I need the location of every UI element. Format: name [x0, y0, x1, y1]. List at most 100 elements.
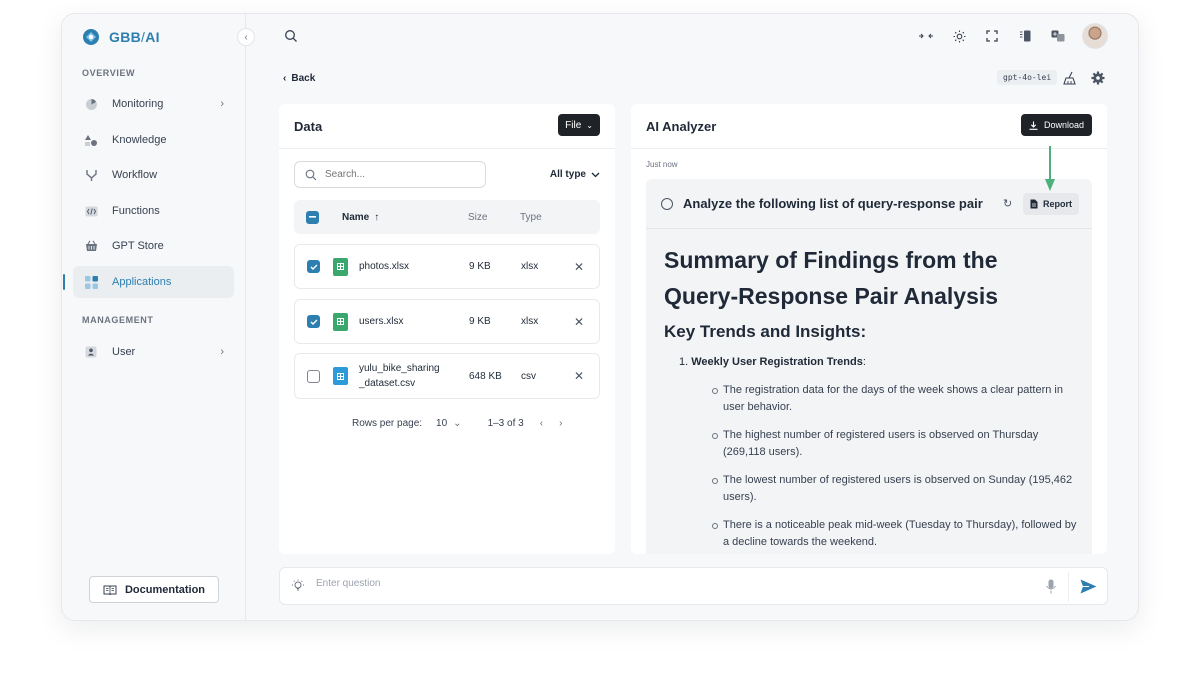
translate-icon[interactable] — [1049, 27, 1067, 45]
row-checkbox[interactable] — [307, 369, 320, 383]
logo[interactable]: GBB/AI — [82, 28, 160, 46]
search-icon[interactable] — [284, 29, 298, 43]
sidebar-item-label: User — [112, 346, 136, 358]
back-link[interactable]: ‹ Back — [283, 73, 315, 84]
key-trends-heading: Key Trends and Insights: — [664, 322, 867, 341]
document-icon — [1030, 199, 1038, 208]
sidebar-item-label: Knowledge — [112, 134, 167, 146]
fullscreen-icon[interactable] — [983, 27, 1001, 45]
remove-file-icon[interactable]: ✕ — [574, 369, 584, 383]
select-all-checkbox[interactable] — [306, 210, 319, 224]
file-name: users.xlsx — [359, 316, 404, 327]
app-window: GBB/AI OVERVIEW Monitoring › Knowledge W… — [61, 13, 1139, 621]
divider — [279, 148, 615, 149]
applications-icon — [84, 275, 98, 289]
chevron-down-icon: ⌄ — [586, 120, 593, 130]
check-icon — [310, 319, 317, 325]
list-item-heading: 1. Weekly User Registration Trends: — [679, 356, 866, 368]
refresh-icon[interactable]: ↻ — [1003, 197, 1012, 210]
divider — [631, 148, 1107, 149]
download-button[interactable]: Download — [1020, 114, 1092, 136]
file-row[interactable]: photos.xlsx 9 KB xlsx ✕ — [294, 244, 600, 289]
file-name: yulu_bike_sharing _dataset.csv — [359, 363, 440, 389]
sidebar-item-functions[interactable]: Functions — [73, 195, 234, 227]
sidebar-item-monitoring[interactable]: Monitoring › — [73, 88, 234, 120]
sidebar-item-user[interactable]: User › — [73, 336, 234, 368]
list-item: The registration data for the days of th… — [712, 382, 1082, 416]
analysis-card: Analyze the following list of query-resp… — [646, 179, 1092, 554]
sidebar-item-knowledge[interactable]: Knowledge — [73, 124, 234, 156]
file-button-label: File — [565, 119, 582, 131]
spreadsheet-file-icon — [333, 257, 348, 276]
sidebar-item-applications[interactable]: Applications — [63, 266, 234, 298]
list-item-title: Weekly User Registration Trends — [691, 356, 863, 368]
microphone-icon[interactable] — [1045, 579, 1057, 594]
report-button[interactable]: Report — [1023, 192, 1079, 215]
download-icon — [1029, 121, 1038, 130]
user-icon — [84, 345, 98, 359]
data-panel: Data File ⌄ All type Name ↑ Size Type phot… — [279, 104, 615, 554]
sun-icon[interactable] — [950, 27, 968, 45]
type-filter-dropdown[interactable]: All type — [550, 169, 600, 180]
download-label: Download — [1043, 120, 1084, 130]
remove-file-icon[interactable]: ✕ — [574, 260, 584, 274]
compress-icon[interactable] — [917, 27, 935, 45]
lightbulb-icon — [292, 579, 304, 591]
query-header: Analyze the following list of query-resp… — [646, 179, 1092, 229]
prev-page-icon[interactable]: ‹ — [540, 418, 543, 429]
brand-name: GBB — [109, 29, 142, 45]
row-checkbox[interactable] — [307, 260, 320, 273]
insight-bullets: The registration data for the days of th… — [712, 382, 1082, 554]
section-management-label: MANAGEMENT — [82, 315, 154, 325]
page-range: 1–3 of 3 — [487, 418, 524, 429]
knowledge-icon — [84, 133, 98, 147]
layout-icon[interactable] — [1016, 27, 1034, 45]
logo-icon — [83, 29, 99, 45]
documentation-button[interactable]: Documentation — [89, 576, 219, 603]
rows-per-page-select[interactable]: 10 ⌄ — [436, 418, 462, 429]
broom-icon[interactable] — [1063, 71, 1077, 85]
query-radio[interactable] — [661, 197, 673, 210]
row-checkbox[interactable] — [307, 315, 320, 328]
chevron-left-icon: ‹ — [283, 73, 287, 84]
chevron-down-icon — [591, 172, 600, 177]
brand-suffix: AI — [145, 29, 160, 45]
csv-file-icon — [333, 367, 348, 385]
column-name-header[interactable]: Name ↑ — [342, 212, 379, 223]
section-overview-label: OVERVIEW — [82, 68, 136, 78]
question-bar — [279, 567, 1108, 605]
file-search-input[interactable] — [325, 169, 475, 180]
collapse-sidebar-button[interactable]: ‹ — [237, 28, 255, 46]
sidebar-item-gpt-store[interactable]: GPT Store — [73, 230, 234, 262]
file-row[interactable]: yulu_bike_sharing _dataset.csv 648 KB cs… — [294, 353, 600, 399]
model-badge[interactable]: gpt-4o-lei — [997, 70, 1058, 85]
monitoring-icon — [84, 97, 98, 111]
column-type-header[interactable]: Type — [520, 212, 542, 223]
report-label: Report — [1043, 198, 1072, 209]
sidebar-item-label: Workflow — [112, 169, 158, 181]
send-icon[interactable] — [1080, 579, 1097, 594]
file-menu-button[interactable]: File ⌄ — [558, 114, 600, 136]
remove-file-icon[interactable]: ✕ — [574, 315, 584, 329]
file-size: 648 KB — [469, 370, 502, 382]
basket-icon — [84, 239, 98, 253]
chevron-right-icon: › — [220, 346, 224, 358]
question-input[interactable] — [316, 578, 916, 589]
gear-icon[interactable] — [1091, 71, 1105, 85]
file-row[interactable]: users.xlsx 9 KB xlsx ✕ — [294, 299, 600, 344]
sidebar-item-label: Applications — [112, 276, 172, 288]
column-size-header[interactable]: Size — [468, 212, 487, 223]
user-avatar[interactable] — [1082, 23, 1108, 49]
file-search-box[interactable] — [294, 161, 486, 188]
workflow-icon — [84, 168, 98, 182]
file-table-header: Name ↑ Size Type — [294, 200, 600, 234]
search-icon — [305, 169, 317, 180]
sidebar-item-label: GPT Store — [112, 240, 164, 252]
chevron-right-icon: › — [220, 98, 224, 110]
file-size: 9 KB — [469, 316, 491, 327]
data-panel-title: Data — [294, 119, 323, 134]
sidebar-item-workflow[interactable]: Workflow — [73, 159, 234, 191]
next-page-icon[interactable]: › — [559, 418, 562, 429]
list-item: The lowest number of registered users is… — [712, 472, 1082, 506]
list-item: There is a noticeable peak mid-week (Tue… — [712, 517, 1082, 551]
